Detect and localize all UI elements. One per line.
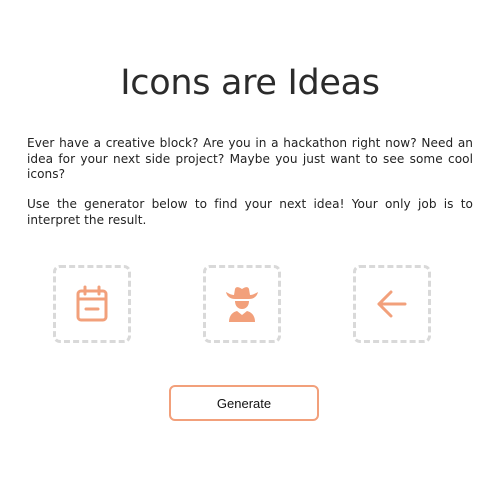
icon-slot-3 (353, 265, 431, 343)
page-title: Icons are Ideas (120, 63, 380, 103)
icon-slot-2 (203, 265, 281, 343)
arrow-left-icon (377, 290, 407, 318)
instructions-paragraph: Use the generator below to find your nex… (27, 197, 473, 227)
page: Icons are Ideas Ever have a creative blo… (0, 0, 500, 500)
icon-slot-1 (53, 265, 131, 343)
intro-paragraph: Ever have a creative block? Are you in a… (27, 136, 473, 181)
generate-button[interactable]: Generate (169, 385, 319, 421)
calendar-minus-icon (76, 285, 108, 322)
cowboy-icon (226, 287, 258, 322)
